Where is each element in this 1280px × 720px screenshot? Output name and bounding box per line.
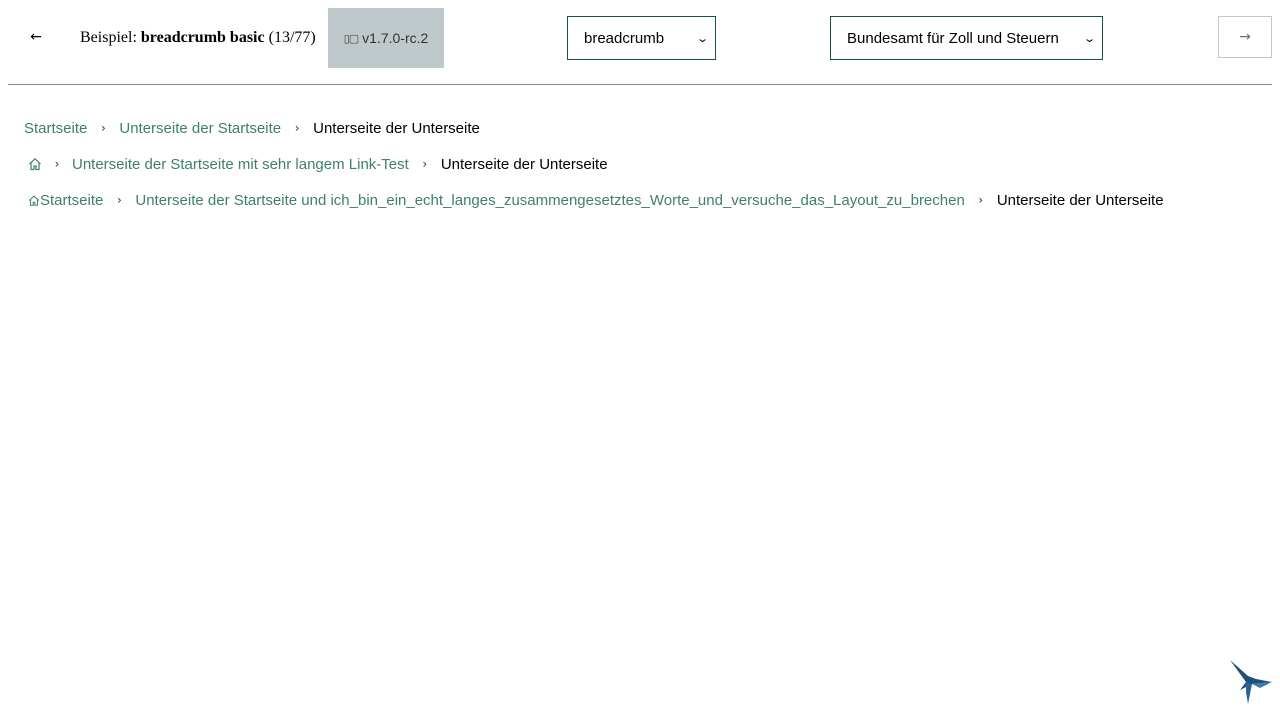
next-example-button[interactable]: → — [1218, 16, 1272, 58]
breadcrumb-link-startseite[interactable]: Startseite — [24, 120, 87, 137]
breadcrumb-current: Unterseite der Unterseite — [996, 191, 1164, 209]
example-counter: (13/77) — [268, 29, 316, 46]
breadcrumb-link-startseite: Startseite — [40, 191, 104, 209]
theme-select[interactable]: Bundesamt für Zoll und Steuern ⌄ — [830, 16, 1103, 60]
component-select[interactable]: breadcrumb ⌄ — [567, 16, 716, 60]
example-name: breadcrumb basic — [140, 29, 265, 46]
home-icon — [28, 194, 40, 206]
chevron-right-icon: › — [978, 193, 984, 207]
home-link[interactable]: Startseite — [28, 192, 103, 209]
chevron-right-icon: › — [54, 157, 60, 171]
example-toolbar: ← Beispiel: breadcrumb basic (13/77) ▯▢ … — [8, 0, 1272, 85]
version-badge[interactable]: ▯▢ v1.7.0-rc.2 — [328, 8, 444, 68]
tablet-icon: ▯▢ — [343, 31, 359, 45]
breadcrumb-with-home-label: Startseite › Unterseite der Startseite u… — [28, 188, 1164, 212]
home-icon[interactable] — [28, 157, 42, 171]
component-select-value: breadcrumb — [584, 29, 665, 47]
chevron-right-icon: › — [116, 193, 122, 207]
example-title: Beispiel: breadcrumb basic (13/77) — [80, 29, 316, 47]
chevron-right-icon: › — [100, 121, 106, 135]
theme-select-value: Bundesamt für Zoll und Steuern — [847, 29, 1059, 47]
breadcrumb-link-very-long[interactable]: Unterseite der Startseite und ich_bin_ei… — [135, 192, 964, 209]
breadcrumb-current: Unterseite der Unterseite — [440, 155, 608, 173]
breadcrumb-link-unterseite[interactable]: Unterseite der Startseite — [119, 120, 281, 137]
breadcrumb-current: Unterseite der Unterseite — [313, 119, 480, 137]
chevron-right-icon: › — [294, 121, 300, 135]
chevron-down-icon: ⌄ — [695, 31, 709, 45]
chevron-down-icon: ⌄ — [1082, 31, 1096, 45]
arrow-left-icon: ← — [30, 29, 42, 45]
breadcrumb-link-long[interactable]: Unterseite der Startseite mit sehr lange… — [72, 156, 409, 173]
previous-example-button[interactable]: ← — [9, 16, 63, 58]
breadcrumb-basic: Startseite › Unterseite der Startseite ›… — [24, 116, 480, 140]
chevron-right-icon: › — [422, 157, 428, 171]
arrow-right-icon: → — [1239, 29, 1251, 45]
version-label: v1.7.0-rc.2 — [362, 30, 429, 46]
breadcrumb-with-home-icon: › Unterseite der Startseite mit sehr lan… — [28, 152, 608, 176]
hummingbird-logo-icon — [1226, 658, 1274, 708]
example-prefix: Beispiel: — [80, 29, 137, 46]
